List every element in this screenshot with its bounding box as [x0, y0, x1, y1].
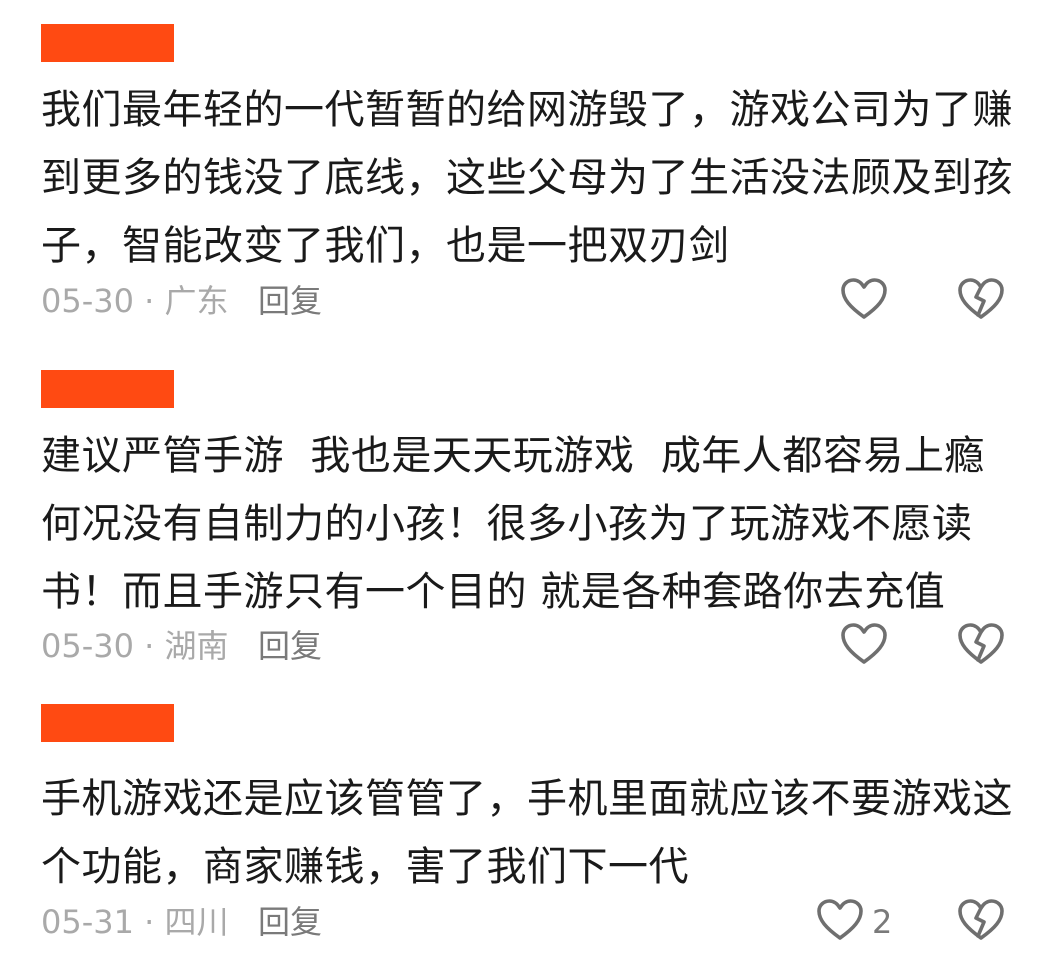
like-count: 2	[872, 903, 893, 941]
meta-separator: ·	[133, 282, 165, 320]
comment-location: 四川	[164, 903, 229, 941]
comment-text: 建议严管手游 我也是天天玩游戏 成年人都容易上瘾 何况没有自制力的小孩！很多小孩…	[41, 433, 999, 615]
comment-meta: 05-30 · 广东	[41, 281, 229, 321]
comment-date: 05-30	[41, 282, 134, 320]
broken-heart-icon[interactable]	[957, 622, 1005, 666]
heart-outline-icon[interactable]	[816, 898, 864, 942]
comment-location: 广东	[164, 282, 229, 320]
redacted-username[interactable]	[41, 24, 174, 62]
comment-date: 05-30	[41, 627, 134, 665]
reply-button[interactable]: 回复	[258, 902, 322, 942]
reply-button[interactable]: 回复	[258, 281, 322, 321]
comment-text: 手机游戏还是应该管管了，手机里面就应该不要游戏这个功能，商家赚钱，害了我们下一代	[41, 776, 1013, 890]
comment-meta: 05-30 · 湖南	[41, 626, 229, 666]
comment-location: 湖南	[164, 627, 229, 665]
redacted-username[interactable]	[41, 370, 174, 408]
heart-outline-icon[interactable]	[840, 277, 888, 321]
comment-meta: 05-31 · 四川	[41, 902, 229, 942]
broken-heart-icon[interactable]	[957, 277, 1005, 321]
meta-separator: ·	[133, 627, 165, 665]
redacted-username[interactable]	[41, 704, 174, 742]
comment-text: 我们最年轻的一代暂暂的给网游毁了，游戏公司为了赚到更多的钱没了底线，这些父母为了…	[41, 87, 1013, 269]
broken-heart-icon[interactable]	[957, 898, 1005, 942]
heart-outline-icon[interactable]	[840, 622, 888, 666]
comment-date: 05-31	[41, 903, 134, 941]
meta-separator: ·	[133, 903, 165, 941]
reply-button[interactable]: 回复	[258, 626, 322, 666]
